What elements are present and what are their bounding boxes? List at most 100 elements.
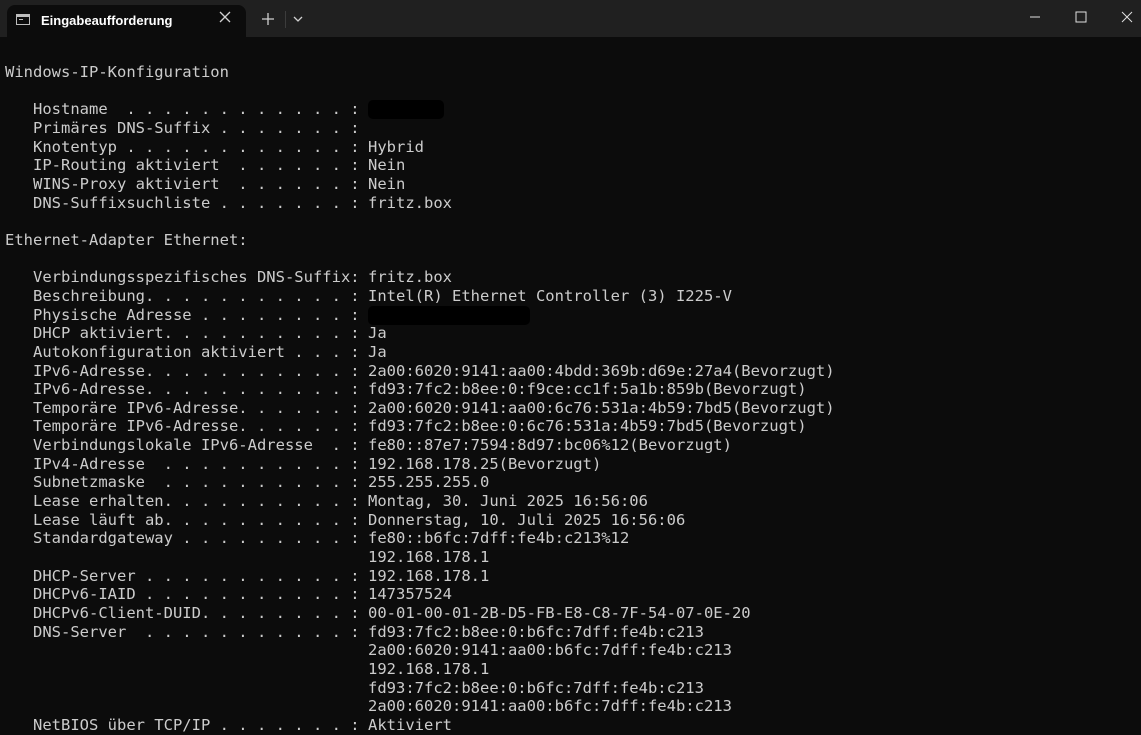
config-value: Montag, 30. Juni 2025 16:56:06 bbox=[368, 492, 648, 511]
config-line: Autokonfiguration aktiviert . . . : Ja bbox=[5, 343, 1135, 362]
config-value: 2a00:6020:9141:aa00:6c76:531a:4b59:7bd5(… bbox=[368, 398, 835, 417]
config-label: NetBIOS über TCP/IP . . . . . . . : bbox=[5, 715, 360, 734]
config-label: Primäres DNS-Suffix . . . . . . . : bbox=[5, 118, 360, 137]
close-icon[interactable] bbox=[1114, 6, 1140, 28]
config-line: Verbindungsspezifisches DNS-Suffix: fritz… bbox=[5, 268, 1135, 287]
config-value: 192.168.178.1 bbox=[368, 548, 490, 567]
terminal-output[interactable]: Windows-IP-Konfiguration Hostname . . . … bbox=[5, 63, 1135, 735]
config-line: DHCPv6-Client-DUID. . . . . . . . : 00-01… bbox=[5, 604, 1135, 623]
config-value: 147357524 bbox=[368, 585, 452, 604]
config-value: fritz.box bbox=[368, 268, 452, 287]
config-line: Temporäre IPv6-Adresse. . . . . . : 2a00:… bbox=[5, 399, 1135, 418]
config-label: Temporäre IPv6-Adresse. . . . . . : bbox=[5, 398, 360, 417]
config-label: DHCP-Server . . . . . . . . . . . : bbox=[5, 566, 360, 585]
config-value: Ja bbox=[368, 324, 387, 343]
plus-icon[interactable] bbox=[258, 9, 278, 29]
config-line: DHCPv6-IAID . . . . . . . . . . . : 14735… bbox=[5, 585, 1135, 604]
config-label: IPv6-Adresse. . . . . . . . . . . : bbox=[5, 380, 360, 399]
config-line: IPv4-Adresse . . . . . . . . . . : 192.16… bbox=[5, 455, 1135, 474]
config-line: Lease läuft ab. . . . . . . . . . : Donne… bbox=[5, 511, 1135, 530]
config-label: Beschreibung. . . . . . . . . . . : bbox=[5, 286, 360, 305]
config-line: 2a00:6020:9141:aa00:b6fc:7dff:fe4b:c213 bbox=[5, 697, 1135, 716]
config-line: DHCP aktiviert. . . . . . . . . . : Ja bbox=[5, 324, 1135, 343]
config-label: Verbindungslokale IPv6-Adresse . : bbox=[5, 436, 360, 455]
section-heading: Windows-IP-Konfiguration bbox=[5, 63, 229, 81]
config-label: IPv4-Adresse . . . . . . . . . . : bbox=[5, 454, 360, 473]
tab-title: Eingabeaufforderung bbox=[41, 13, 173, 28]
config-value: fd93:7fc2:b8ee:0:b6fc:7dff:fe4b:c213 bbox=[368, 678, 704, 697]
config-value: fd93:7fc2:b8ee:0:b6fc:7dff:fe4b:c213 bbox=[368, 622, 704, 641]
config-label: Lease erhalten. . . . . . . . . . : bbox=[5, 492, 360, 511]
redaction-block bbox=[368, 100, 444, 120]
config-value: 00-01-00-01-2B-D5-FB-E8-C8-7F-54-07-0E-2… bbox=[368, 604, 751, 623]
config-line: DNS-Server . . . . . . . . . . . : fd93:7… bbox=[5, 623, 1135, 642]
config-label: DHCPv6-IAID . . . . . . . . . . . : bbox=[5, 585, 360, 604]
config-label: Hostname . . . . . . . . . . . . : bbox=[5, 100, 360, 119]
config-line: DNS-Suffixsuchliste . . . . . . . : fritz… bbox=[5, 194, 1135, 213]
config-label: Physische Adresse . . . . . . . . : bbox=[5, 305, 360, 324]
config-line: Knotentyp . . . . . . . . . . . . : Hybri… bbox=[5, 138, 1135, 157]
config-line: WINS-Proxy aktiviert . . . . . . : Nein bbox=[5, 175, 1135, 194]
config-value: 2a00:6020:9141:aa00:b6fc:7dff:fe4b:c213 bbox=[368, 641, 732, 660]
config-value: fe80::87e7:7594:8d97:bc06%12(Bevorzugt) bbox=[368, 436, 732, 455]
chevron-down-icon[interactable] bbox=[290, 11, 306, 27]
config-value: 192.168.178.1 bbox=[368, 566, 490, 585]
config-value: Aktiviert bbox=[368, 715, 452, 734]
config-line: Verbindungslokale IPv6-Adresse . : fe80::… bbox=[5, 436, 1135, 455]
config-value: 2a00:6020:9141:aa00:4bdd:369b:d69e:27a4(… bbox=[368, 361, 835, 380]
config-line: Physische Adresse . . . . . . . . : bbox=[5, 305, 1135, 325]
config-line: Temporäre IPv6-Adresse. . . . . . : fd93:… bbox=[5, 417, 1135, 436]
config-label: WINS-Proxy aktiviert . . . . . . : bbox=[5, 174, 360, 193]
tab-separator bbox=[285, 11, 286, 28]
config-label: DNS-Suffixsuchliste . . . . . . . : bbox=[5, 193, 360, 212]
config-line: IPv6-Adresse. . . . . . . . . . . : fd93:… bbox=[5, 380, 1135, 399]
config-value: 2a00:6020:9141:aa00:b6fc:7dff:fe4b:c213 bbox=[368, 697, 732, 716]
config-line: fd93:7fc2:b8ee:0:b6fc:7dff:fe4b:c213 bbox=[5, 679, 1135, 698]
title-bar: Eingabeaufforderung bbox=[0, 0, 1141, 37]
config-value: Nein bbox=[368, 156, 406, 175]
config-line: Hostname . . . . . . . . . . . . : bbox=[5, 100, 1135, 120]
config-label: Subnetzmaske . . . . . . . . . . : bbox=[5, 473, 360, 492]
config-value: fe80::b6fc:7dff:fe4b:c213%12 bbox=[368, 529, 630, 548]
config-value: Ja bbox=[368, 342, 387, 361]
config-label: Verbindungsspezifisches DNS-Suffix: bbox=[5, 268, 360, 287]
config-line: Standardgateway . . . . . . . . . : fe80:… bbox=[5, 529, 1135, 548]
config-value: fritz.box bbox=[368, 193, 452, 212]
config-value: Hybrid bbox=[368, 137, 424, 156]
redaction-block bbox=[368, 305, 530, 325]
config-label: Lease läuft ab. . . . . . . . . . : bbox=[5, 510, 360, 529]
config-value: 192.168.178.25(Bevorzugt) bbox=[368, 454, 602, 473]
maximize-icon[interactable] bbox=[1068, 6, 1094, 28]
config-value: 192.168.178.1 bbox=[368, 660, 490, 678]
config-line: Subnetzmaske . . . . . . . . . . : 255.25… bbox=[5, 473, 1135, 492]
config-line: Beschreibung. . . . . . . . . . . : Intel… bbox=[5, 287, 1135, 306]
config-line: 192.168.178.1 bbox=[5, 548, 1135, 567]
config-value: 255.255.255.0 bbox=[368, 473, 490, 492]
config-line: IP-Routing aktiviert . . . . . . : Nein bbox=[5, 156, 1135, 175]
config-label: DHCP aktiviert. . . . . . . . . . : bbox=[5, 324, 360, 343]
config-label: DNS-Server . . . . . . . . . . . : bbox=[5, 622, 360, 641]
config-value: Intel(R) Ethernet Controller (3) I225-V bbox=[368, 286, 732, 305]
config-line: DHCP-Server . . . . . . . . . . . : 192.1… bbox=[5, 567, 1135, 586]
config-value: Nein bbox=[368, 174, 406, 193]
config-label: Autokonfiguration aktiviert . . . : bbox=[5, 342, 360, 361]
config-value: fd93:7fc2:b8ee:0:6c76:531a:4b59:7bd5(Bev… bbox=[368, 417, 807, 436]
minimize-icon[interactable] bbox=[1022, 6, 1048, 28]
config-value: Donnerstag, 10. Juli 2025 16:56:06 bbox=[368, 510, 686, 529]
config-value: fd93:7fc2:b8ee:0:f9ce:cc1f:5a1b:859b(Bev… bbox=[368, 380, 807, 399]
terminal-icon bbox=[16, 14, 30, 25]
config-label: Standardgateway . . . . . . . . . : bbox=[5, 529, 360, 548]
close-tab-icon[interactable] bbox=[218, 10, 232, 24]
tab-eingabeaufforderung[interactable]: Eingabeaufforderung bbox=[7, 5, 246, 37]
config-label: Knotentyp . . . . . . . . . . . . : bbox=[5, 137, 360, 156]
config-label: IPv6-Adresse. . . . . . . . . . . : bbox=[5, 361, 360, 380]
config-label: IP-Routing aktiviert . . . . . . : bbox=[5, 156, 360, 175]
config-line: IPv6-Adresse. . . . . . . . . . . : 2a00:… bbox=[5, 362, 1135, 381]
config-label: DHCPv6-Client-DUID. . . . . . . . : bbox=[5, 604, 360, 623]
config-line: 2a00:6020:9141:aa00:b6fc:7dff:fe4b:c213 bbox=[5, 641, 1135, 660]
adapter-heading: Ethernet-Adapter Ethernet: bbox=[5, 230, 248, 249]
config-line: 192.168.178.1 bbox=[5, 660, 1135, 679]
